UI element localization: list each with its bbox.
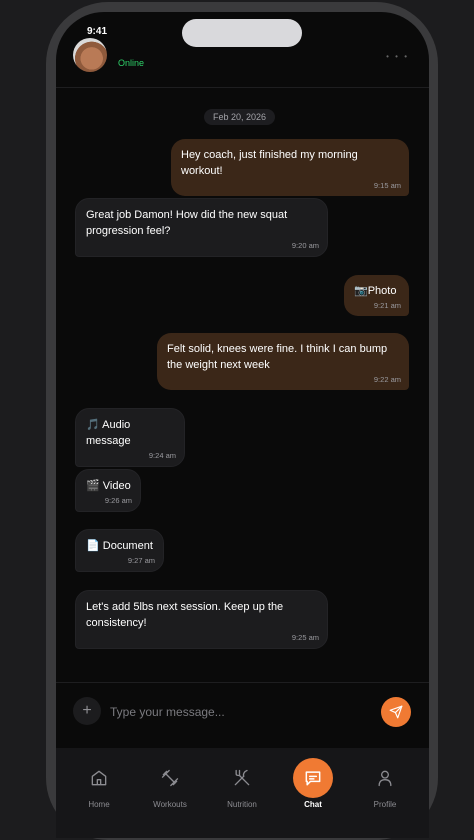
presence-status: Online	[118, 58, 145, 68]
header-actions[interactable]: • • •	[386, 52, 409, 61]
tab-label: Nutrition	[227, 800, 257, 809]
tab-label: Home	[88, 800, 110, 809]
message-bubble-received[interactable]: Great job Damon! How did the new squat p…	[75, 198, 328, 257]
tab-home[interactable]: Home	[63, 748, 135, 828]
message-bubble-sent-photo[interactable]: 📷Photo 9:21 am	[344, 275, 409, 316]
tab-chat[interactable]: Chat	[277, 748, 349, 828]
home-icon	[91, 770, 107, 786]
tab-label: Workouts	[153, 800, 187, 809]
message-bubble-received[interactable]: Let's add 5lbs next session. Keep up the…	[75, 590, 328, 649]
message-text: Felt solid, knees were fine. I think I c…	[167, 343, 388, 371]
fork-knife-icon	[234, 769, 250, 786]
dumbbell-icon	[161, 769, 179, 787]
chat-bubble-icon	[305, 771, 321, 786]
tab-workouts[interactable]: Workouts	[134, 748, 206, 828]
user-icon	[378, 770, 392, 787]
active-tab-indicator	[293, 758, 333, 798]
tab-label: Chat	[304, 800, 322, 809]
message-time: 9:27 am	[127, 556, 155, 565]
tab-label: Profile	[373, 800, 397, 809]
message-bubble-received-audio[interactable]: 🎵 Audio message 9:24 am	[75, 408, 185, 467]
attach-button[interactable]: +	[73, 697, 101, 725]
message-time: 9:25 am	[291, 633, 319, 642]
send-button[interactable]	[381, 697, 411, 727]
bottom-tab-bar: Home Workouts Nutrition Chat Profile	[56, 748, 429, 838]
message-time: 9:20 am	[291, 241, 319, 250]
message-text: Let's add 5lbs next session. Keep up the…	[86, 601, 284, 629]
message-composer: +	[56, 682, 429, 748]
message-time: 9:21 am	[373, 301, 401, 310]
message-bubble-received-document[interactable]: 📄 Document 9:27 am	[75, 529, 164, 572]
message-time: 9:26 am	[104, 496, 132, 505]
message-input[interactable]	[110, 701, 370, 723]
date-divider: Feb 20, 2026	[204, 109, 276, 125]
document-attachment-label: 📄 Document	[86, 540, 153, 552]
tab-profile[interactable]: Profile	[349, 748, 421, 828]
plus-icon: +	[82, 702, 92, 719]
message-text: Hey coach, just finished my morning work…	[181, 149, 358, 177]
chat-header: Online • • •	[56, 12, 429, 88]
tab-nutrition[interactable]: Nutrition	[206, 748, 278, 828]
message-time: 9:22 am	[373, 375, 401, 384]
video-attachment-label: 🎬 Video	[86, 480, 131, 492]
message-bubble-sent[interactable]: Felt solid, knees were fine. I think I c…	[157, 333, 409, 390]
app-screen: 9:41 Online • • • Feb 20, 2026 Hey coach…	[56, 12, 429, 838]
message-bubble-sent[interactable]: Hey coach, just finished my morning work…	[171, 139, 409, 196]
send-icon	[389, 705, 403, 719]
message-bubble-received-video[interactable]: 🎬 Video 9:26 am	[75, 469, 141, 512]
photo-attachment-label: 📷Photo	[354, 285, 397, 297]
message-time: 9:24 am	[148, 451, 176, 460]
audio-attachment-label: 🎵 Audio message	[86, 419, 131, 447]
coach-avatar[interactable]	[73, 38, 107, 72]
message-time: 9:15 am	[373, 181, 401, 190]
message-text: Great job Damon! How did the new squat p…	[86, 209, 288, 237]
